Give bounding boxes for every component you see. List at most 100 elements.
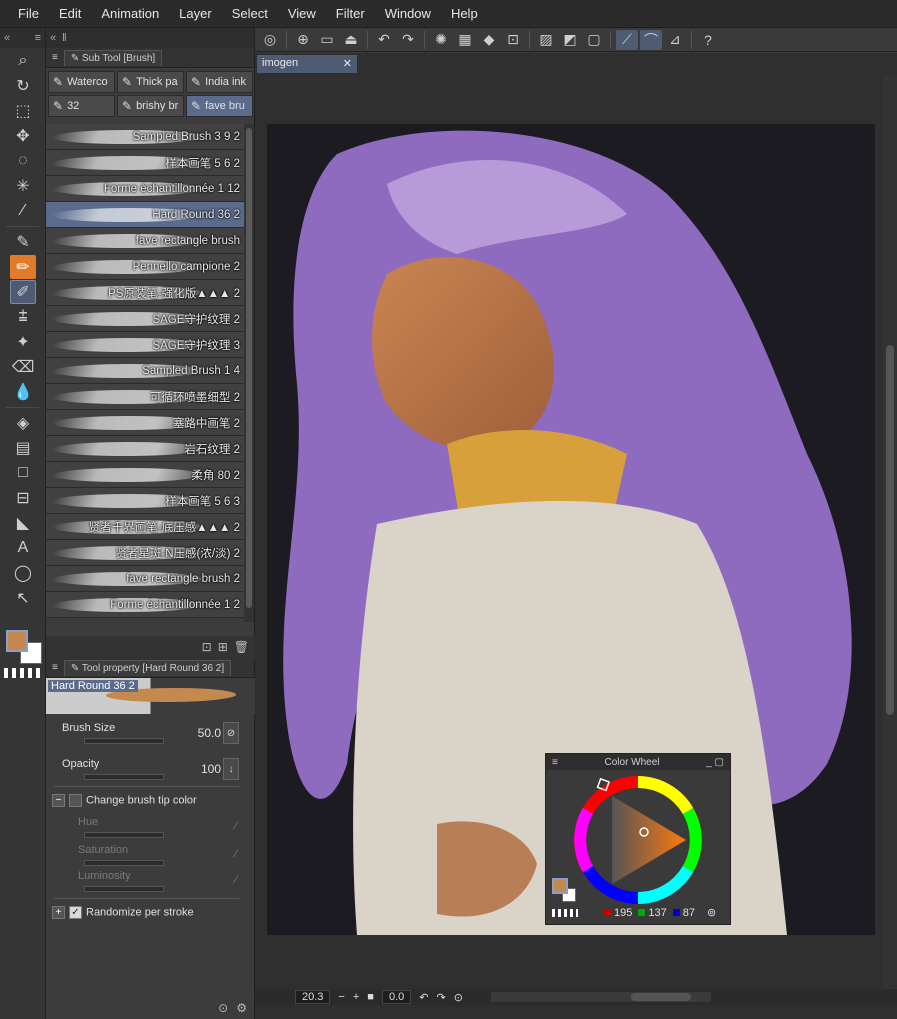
stop-icon[interactable]: ■ bbox=[367, 991, 374, 1003]
brush-list-item[interactable]: SAGE守护纹理 3 bbox=[46, 332, 244, 358]
pressure-icon[interactable]: ⁄ bbox=[235, 848, 237, 860]
rotation-value[interactable]: 0.0 bbox=[381, 990, 412, 1004]
canvas-horizontal-scrollbar[interactable] bbox=[490, 992, 711, 1002]
hide-selection-icon[interactable]: ▨ bbox=[535, 30, 557, 50]
clip-icon[interactable]: ◩ bbox=[559, 30, 581, 50]
ruler-icon[interactable]: ◣ bbox=[10, 511, 36, 535]
brush-list-item[interactable]: fave rectangle brush bbox=[46, 228, 244, 254]
blend-icon[interactable]: 💧 bbox=[10, 380, 36, 404]
menu-icon[interactable]: ≡ bbox=[52, 662, 58, 673]
collapse-icon[interactable]: − bbox=[52, 794, 65, 807]
loading-icon[interactable]: ✺ bbox=[430, 30, 452, 50]
frame-icon[interactable]: ▢ bbox=[583, 30, 605, 50]
panel-grip-icon[interactable]: ≡ bbox=[35, 32, 41, 44]
lasso-icon[interactable]: ◌ bbox=[10, 149, 36, 173]
figure-icon[interactable]: □ bbox=[10, 461, 36, 485]
redo-icon[interactable]: ↷ bbox=[397, 30, 419, 50]
brush-group-item[interactable]: ✎ brishy br bbox=[117, 95, 184, 117]
app-logo-icon[interactable]: ◎ bbox=[259, 30, 281, 50]
text-icon[interactable]: A bbox=[10, 536, 36, 560]
gradient-icon[interactable]: ▤ bbox=[10, 436, 36, 460]
eyedropper-icon[interactable]: ⁄ bbox=[10, 199, 36, 223]
save-icon[interactable]: ⏏ bbox=[340, 30, 362, 50]
menu-icon[interactable]: ≡ bbox=[552, 757, 558, 768]
balloon-icon[interactable]: ◯ bbox=[10, 561, 36, 585]
copy-subtool-icon[interactable]: ⊡ bbox=[202, 640, 212, 654]
opacity-value[interactable]: 100 bbox=[201, 762, 221, 776]
scroll-thumb[interactable] bbox=[630, 993, 691, 1001]
undo-icon[interactable]: ↶ bbox=[373, 30, 395, 50]
zoom-in-icon[interactable]: + bbox=[353, 991, 359, 1003]
brush-size-value[interactable]: 50.0 bbox=[198, 726, 221, 740]
brush-list-item[interactable]: PS原装笔-强化版▲▲▲ 2 bbox=[46, 280, 244, 306]
opacity-slider[interactable] bbox=[84, 774, 164, 780]
hue-slider[interactable] bbox=[84, 832, 164, 838]
brush-list-item[interactable]: 塞路中画笔 2 bbox=[46, 410, 244, 436]
menu-select[interactable]: Select bbox=[222, 0, 278, 28]
brush-list-item[interactable]: 可循环喷墨细型 2 bbox=[46, 384, 244, 410]
brush-list-item[interactable]: Forme échantillonnée 1 12 bbox=[46, 176, 244, 202]
hue-ring[interactable] bbox=[572, 774, 704, 906]
brush-list-item[interactable]: Pennello campione 2 bbox=[46, 254, 244, 280]
pressure-icon[interactable]: ⁄ bbox=[235, 874, 237, 886]
menu-layer[interactable]: Layer bbox=[169, 0, 222, 28]
menu-animation[interactable]: Animation bbox=[91, 0, 169, 28]
zoom-tool-icon[interactable]: ⌕ bbox=[10, 49, 36, 73]
transform-icon[interactable]: ⊡ bbox=[502, 30, 524, 50]
trash-icon[interactable]: 🗑 bbox=[234, 640, 249, 654]
auto-select-icon[interactable]: ✳ bbox=[10, 174, 36, 198]
brush-group-item[interactable]: ✎ Waterco bbox=[48, 71, 115, 93]
menu-view[interactable]: View bbox=[278, 0, 326, 28]
new-file-icon[interactable]: ⊕ bbox=[292, 30, 314, 50]
randomize-checkbox[interactable]: + ✓ Randomize per stroke bbox=[52, 906, 194, 919]
collapse-left-icon[interactable]: « bbox=[50, 32, 56, 44]
scroll-thumb[interactable] bbox=[246, 128, 252, 608]
collapse-icon[interactable]: « bbox=[4, 32, 10, 44]
pencil-tool-icon[interactable]: ✏ bbox=[10, 255, 36, 279]
frame-border-icon[interactable]: ⊟ bbox=[10, 486, 36, 510]
change-tip-checkbox[interactable]: − Change brush tip color bbox=[52, 794, 197, 807]
menu-edit[interactable]: Edit bbox=[49, 0, 91, 28]
menu-filter[interactable]: Filter bbox=[326, 0, 375, 28]
rotate-right-icon[interactable]: ↷ bbox=[436, 991, 445, 1004]
brush-list-item[interactable]: 柔角 80 2 bbox=[46, 462, 244, 488]
duplicate-icon[interactable]: ⊞ bbox=[218, 640, 228, 654]
help-icon[interactable]: ? bbox=[697, 30, 719, 50]
main-color-chip[interactable] bbox=[552, 878, 568, 894]
menu-icon[interactable]: ≡ bbox=[52, 52, 58, 63]
settings-icon[interactable]: ⊙ bbox=[218, 1001, 228, 1015]
decoration-icon[interactable]: ✦ bbox=[10, 330, 36, 354]
zoom-out-icon[interactable]: − bbox=[338, 991, 344, 1003]
document-tab[interactable]: imogen ✕ bbox=[257, 55, 357, 73]
move-tool-icon[interactable]: ↻ bbox=[10, 74, 36, 98]
transparent-color-chip[interactable] bbox=[552, 909, 578, 917]
brush-group-item[interactable]: ✎ Thick pa bbox=[117, 71, 184, 93]
scroll-thumb[interactable] bbox=[886, 345, 894, 715]
menu-help[interactable]: Help bbox=[441, 0, 488, 28]
brush-tool-icon[interactable]: ✐ bbox=[10, 280, 36, 304]
saturation-slider[interactable] bbox=[84, 860, 164, 866]
pen-tool-icon[interactable]: ✎ bbox=[10, 230, 36, 254]
brush-list-item[interactable]: fave rectangle brush 2 bbox=[46, 566, 244, 592]
tool-property-tab[interactable]: ✎ Tool property [Hard Round 36 2] bbox=[63, 659, 232, 676]
brush-list-scrollbar[interactable] bbox=[244, 124, 254, 622]
open-folder-icon[interactable]: ▭ bbox=[316, 30, 338, 50]
brush-group-item[interactable]: ✎ India ink bbox=[186, 71, 253, 93]
canvas-vertical-scrollbar[interactable] bbox=[883, 75, 897, 989]
clear-icon[interactable]: ▦ bbox=[454, 30, 476, 50]
sub-tool-tab[interactable]: ✎ Sub Tool [Brush] bbox=[63, 49, 163, 66]
minimize-icon[interactable]: _ ▢ bbox=[706, 757, 724, 768]
brush-list-item[interactable]: 贤者星斑-N压感(浓/淡) 2 bbox=[46, 540, 244, 566]
brush-list-item[interactable]: 样本画笔 5 6 2 bbox=[46, 150, 244, 176]
brush-size-toggle-icon[interactable]: ⊘ bbox=[223, 722, 239, 744]
rotate-left-icon[interactable]: ↶ bbox=[419, 991, 428, 1004]
brush-list-item[interactable]: Hard Round 36 2 bbox=[46, 202, 244, 228]
transparent-color-chip[interactable] bbox=[4, 668, 40, 678]
menu-file[interactable]: File bbox=[8, 0, 49, 28]
special-ruler-snap-icon[interactable]: ⌒ bbox=[640, 29, 662, 50]
pressure-icon[interactable]: ⁄ bbox=[235, 820, 237, 832]
brush-size-slider[interactable] bbox=[84, 738, 164, 744]
panel-grip-icon[interactable]: ‖ bbox=[62, 32, 67, 44]
palette-settings-icon[interactable]: ⊚ bbox=[707, 906, 716, 919]
correct-line-icon[interactable]: ↖ bbox=[10, 586, 36, 610]
